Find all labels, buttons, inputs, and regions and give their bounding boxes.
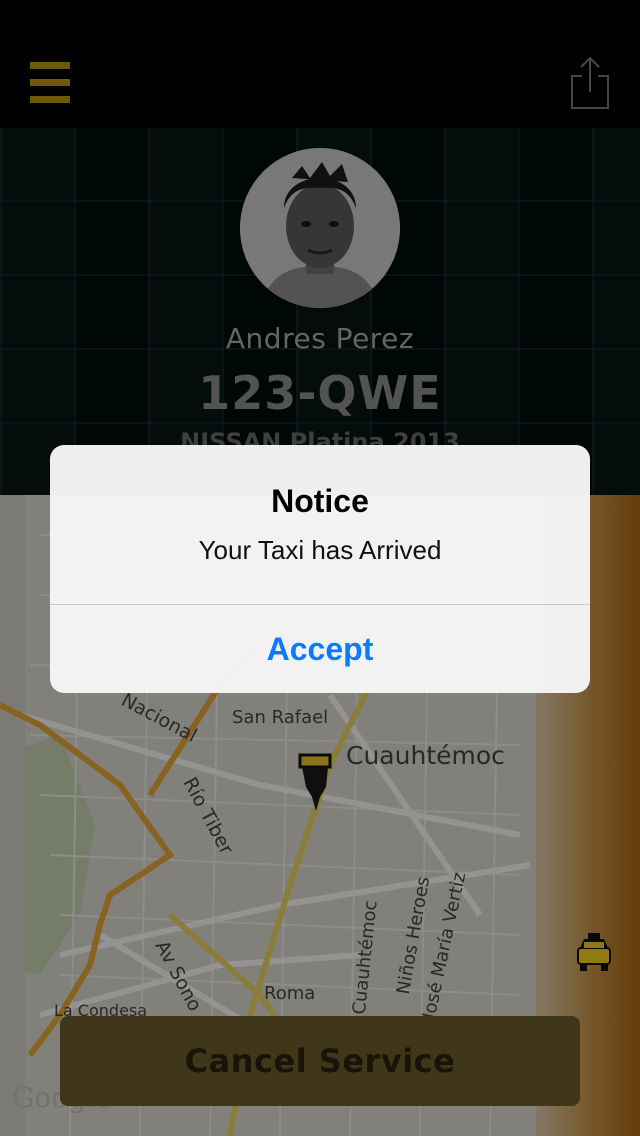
- notice-alert: Notice Your Taxi has Arrived Accept: [50, 445, 590, 693]
- alert-message: Your Taxi has Arrived: [198, 535, 442, 565]
- alert-title: Notice: [271, 483, 369, 519]
- accept-button[interactable]: Accept: [50, 605, 590, 693]
